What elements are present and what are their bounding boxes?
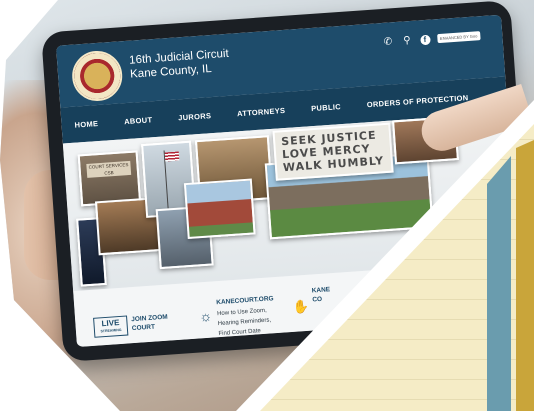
decorative-blue-bar [487,156,511,411]
court-services-plaque: COURT SERVICES CSB [86,160,132,178]
collage-photo-justice-sign: SEEK JUSTICE LOVE MERCY WALK HUMBLY [272,122,394,181]
site-title[interactable]: 16th Judicial Circuit Kane County, IL [129,47,230,82]
join-zoom-court-link[interactable]: JOIN ZOOM COURT [131,313,169,334]
header-icons: ✆ ⚲ f ENHANCED BY Goo [382,30,481,48]
zoom-line2: COURT [131,323,156,333]
kane-line2: CO [312,295,323,304]
kanecourt-line-1: How to Use Zoom, [216,307,267,318]
live-badge-sub: STREAMING [100,327,122,334]
court-seal-logo[interactable] [70,49,124,103]
nav-item-home[interactable]: HOME [61,118,111,130]
live-badge-text: LIVE [101,318,120,329]
translate-widget[interactable]: ENHANCED BY Goo [436,31,481,44]
facebook-icon[interactable]: f [419,34,431,45]
nav-item-public[interactable]: PUBLIC [298,101,354,114]
phone-icon[interactable]: ✆ [382,36,395,48]
collage-photo-courthouse [183,178,256,240]
live-streaming-badge[interactable]: LIVE STREAMING [93,315,129,338]
kanecourt-line-2: Hearing Reminders, [217,317,272,328]
hand-icon: ✋ [292,298,310,315]
hero-image: 16th Judicial Circuit Kane County, IL ✆ … [0,0,534,411]
lightbulb-icon: ☼ [198,307,213,325]
flag-icon [164,151,180,162]
kane-county-link[interactable]: KANE CO [311,285,331,304]
kanecourt-link[interactable]: KANECOURT.ORG [216,295,274,306]
nav-item-jurors[interactable]: JURORS [165,110,225,123]
kanecourt-line-3: Find Court Date [218,328,261,338]
location-icon[interactable]: ⚲ [401,35,414,47]
nav-item-attorneys[interactable]: ATTORNEYS [224,105,299,119]
decorative-gold-bar [516,140,534,411]
nav-item-about[interactable]: ABOUT [111,114,166,127]
